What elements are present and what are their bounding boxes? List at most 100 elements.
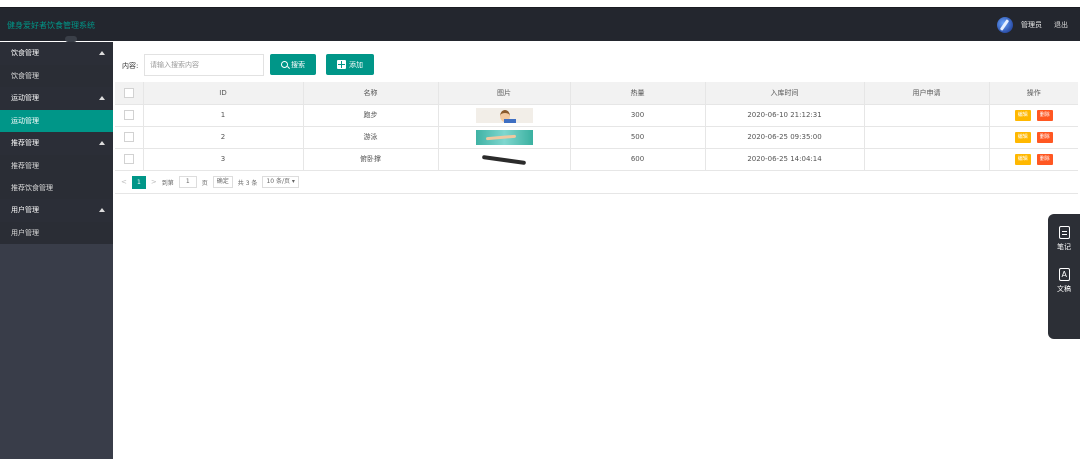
- next-page-button[interactable]: >: [151, 178, 157, 186]
- note-label: 笔记: [1057, 243, 1071, 251]
- row-select-cell[interactable]: [115, 104, 144, 127]
- goto-page-input[interactable]: 1: [178, 176, 197, 188]
- cell-apply: [864, 104, 990, 127]
- caret-up-icon: [99, 208, 105, 212]
- edit-button[interactable]: 编辑: [1014, 109, 1031, 121]
- toolbar: 内容: 请输入搜索内容 搜索 添加: [113, 52, 1080, 78]
- sidebar-item-recommend[interactable]: 推荐管理: [0, 155, 113, 177]
- cell-image: [438, 104, 571, 127]
- delete-button[interactable]: 删除: [1036, 153, 1053, 165]
- sidebar-group-diet[interactable]: 饮食管理: [0, 42, 113, 65]
- cell-time: 2020-06-25 09:35:00: [705, 126, 865, 149]
- edit-button[interactable]: 编辑: [1014, 153, 1031, 165]
- sidebar-group-label: 运动管理: [11, 94, 39, 102]
- add-button-label: 添加: [349, 60, 363, 69]
- row-select-cell[interactable]: [115, 148, 144, 171]
- search-button[interactable]: 搜索: [270, 54, 316, 75]
- swimming-image: [475, 129, 533, 145]
- cell-apply: [864, 126, 990, 149]
- caret-up-icon: [99, 51, 105, 55]
- row-checkbox[interactable]: [123, 110, 134, 120]
- search-icon: [281, 61, 288, 68]
- pushup-image: [475, 151, 533, 167]
- pager-divider: [115, 193, 1078, 194]
- note-tool[interactable]: 笔记: [1048, 226, 1080, 252]
- plus-icon: [337, 60, 346, 69]
- table-row: 2 游泳 500 2020-06-25 09:35:00 编辑 删除: [115, 126, 1078, 149]
- cell-time: 2020-06-10 21:12:31: [705, 104, 865, 127]
- avatar[interactable]: [997, 17, 1013, 33]
- add-button[interactable]: 添加: [326, 54, 374, 75]
- column-header: 入库时间: [705, 82, 865, 105]
- select-all-checkbox[interactable]: [123, 87, 134, 98]
- cell-name: 游泳: [303, 126, 439, 149]
- doc-label: 文稿: [1057, 285, 1071, 293]
- search-button-label: 搜索: [291, 60, 305, 69]
- table-header: ID 名称 图片 热量 入库时间 用户申请 操作: [115, 82, 1078, 105]
- cell-name: 俯卧撑: [303, 148, 439, 171]
- table-row: 1 跑步 300 2020-06-10 21:12:31 编辑 删除: [115, 104, 1078, 127]
- sidebar-item-recommend-diet[interactable]: 推荐饮食管理: [0, 177, 113, 199]
- column-header: 图片: [438, 82, 571, 105]
- row-select-cell[interactable]: [115, 126, 144, 149]
- current-page[interactable]: 1: [131, 175, 146, 189]
- sidebar-group-label: 用户管理: [11, 206, 39, 214]
- main-content: 内容: 请输入搜索内容 搜索 添加 ID 名称 图片 热量 入库时间 用户申请 …: [113, 42, 1080, 459]
- cell-image: [438, 148, 571, 171]
- page-size-select[interactable]: 10 条/页 ▾: [262, 176, 299, 188]
- row-checkbox[interactable]: [123, 154, 134, 164]
- sidebar-item-diet[interactable]: 饮食管理: [0, 65, 113, 87]
- cell-calories: 300: [570, 104, 706, 127]
- cell-id: 2: [143, 126, 304, 149]
- cell-actions: 编辑 删除: [989, 148, 1078, 171]
- edit-button[interactable]: 编辑: [1014, 131, 1031, 143]
- cell-apply: [864, 148, 990, 171]
- cell-calories: 600: [570, 148, 706, 171]
- column-header: 用户申请: [864, 82, 990, 105]
- sidebar-item-users[interactable]: 用户管理: [0, 222, 113, 244]
- user-name[interactable]: 管理员: [1021, 20, 1042, 30]
- doc-tool[interactable]: 文稿: [1048, 268, 1080, 294]
- content-label: 内容:: [122, 62, 139, 70]
- sidebar-group-recommend[interactable]: 推荐管理: [0, 132, 113, 155]
- table-row: 3 俯卧撑 600 2020-06-25 14:04:14 编辑 删除: [115, 148, 1078, 171]
- delete-button[interactable]: 删除: [1036, 109, 1053, 121]
- sidebar-group-label: 推荐管理: [11, 139, 39, 147]
- search-input[interactable]: 请输入搜索内容: [144, 54, 264, 76]
- cell-actions: 编辑 删除: [989, 126, 1078, 149]
- goto-label: 到第: [161, 179, 174, 187]
- logout-link[interactable]: 退出: [1054, 20, 1068, 30]
- sidebar-group-users[interactable]: 用户管理: [0, 199, 113, 222]
- page-size-value: 10 条/页: [266, 178, 291, 185]
- sidebar-group-exercise[interactable]: 运动管理: [0, 87, 113, 110]
- top-strip: [0, 0, 1080, 7]
- row-checkbox[interactable]: [123, 132, 134, 142]
- caret-up-icon: [99, 141, 105, 145]
- column-header: 名称: [303, 82, 439, 105]
- pagination: < 1 > 到第 1 页 确定 共 3 条 10 条/页 ▾: [121, 175, 299, 189]
- app-title: 健身爱好者饮食管理系统: [7, 21, 95, 30]
- running-image: [475, 107, 533, 123]
- document-icon: [1058, 268, 1070, 281]
- delete-button[interactable]: 删除: [1036, 131, 1053, 143]
- floating-tool-panel: 笔记 文稿: [1048, 214, 1080, 339]
- sidebar: 饮食管理 饮食管理 运动管理 运动管理 推荐管理 推荐管理 推荐饮食管理 用户管…: [0, 42, 113, 459]
- cell-id: 3: [143, 148, 304, 171]
- note-icon: [1058, 226, 1070, 239]
- cell-time: 2020-06-25 14:04:14: [705, 148, 865, 171]
- prev-page-button[interactable]: <: [121, 178, 127, 186]
- cell-id: 1: [143, 104, 304, 127]
- column-header: 操作: [989, 82, 1078, 105]
- goto-confirm-button[interactable]: 确定: [212, 176, 233, 188]
- cell-calories: 500: [570, 126, 706, 149]
- column-header: 热量: [570, 82, 706, 105]
- sidebar-group-label: 饮食管理: [11, 49, 39, 57]
- exercise-table: ID 名称 图片 热量 入库时间 用户申请 操作 1 跑步 300 2020-0…: [115, 82, 1078, 171]
- app-header: 健身爱好者饮食管理系统 管理员 退出: [0, 7, 1080, 42]
- cell-name: 跑步: [303, 104, 439, 127]
- select-all-cell[interactable]: [115, 82, 144, 105]
- sidebar-item-exercise[interactable]: 运动管理: [0, 110, 113, 132]
- column-header: ID: [143, 82, 304, 105]
- caret-up-icon: [99, 96, 105, 100]
- cell-actions: 编辑 删除: [989, 104, 1078, 127]
